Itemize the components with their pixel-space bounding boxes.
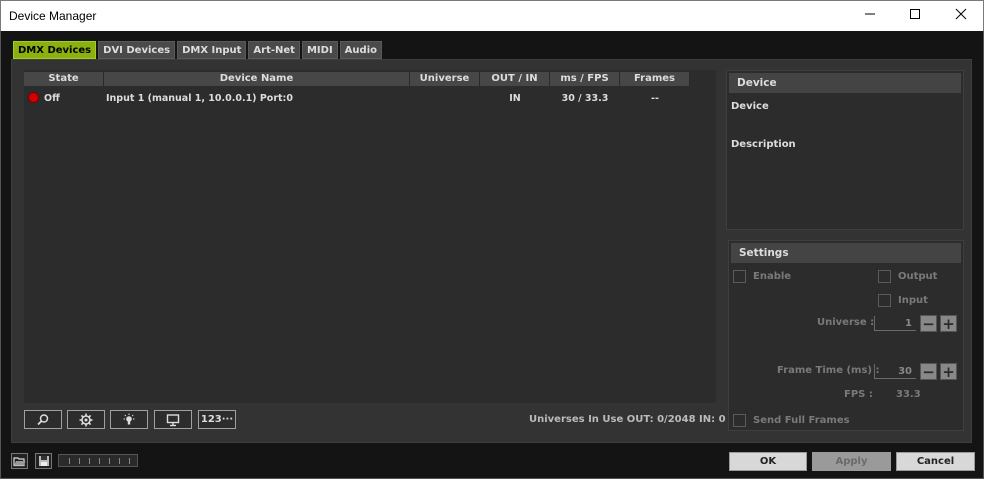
tab-audio[interactable]: Audio — [339, 41, 382, 59]
state-text: Off — [44, 93, 60, 104]
settings-section-header: Settings — [731, 243, 961, 263]
frames-cell: -- — [651, 93, 659, 104]
minus-icon: − — [922, 315, 935, 333]
column-device-name[interactable]: Device Name — [104, 72, 410, 86]
column-state[interactable]: State — [24, 72, 104, 86]
open-button[interactable] — [11, 453, 28, 469]
column-frames[interactable]: Frames — [620, 72, 690, 86]
identify-button[interactable] — [110, 410, 148, 429]
universes-status: Universes In Use OUT: 0/2048 IN: 0 — [529, 414, 726, 425]
frame-time-decrement-button[interactable]: − — [920, 363, 937, 380]
minus-icon: − — [922, 363, 935, 381]
gear-icon — [79, 413, 93, 426]
send-full-frames-label: Send Full Frames — [753, 415, 850, 426]
universe-input[interactable]: 1 — [874, 316, 916, 331]
table-header: State Device Name Universe OUT / IN ms /… — [24, 72, 690, 86]
frame-time-input[interactable]: 30 — [874, 364, 916, 379]
monitor-icon — [166, 413, 180, 426]
tab-art-net[interactable]: Art-Net — [248, 41, 300, 59]
send-full-frames-checkbox[interactable] — [733, 414, 746, 427]
tab-dmx-input[interactable]: DMX Input — [177, 41, 247, 59]
universe-cell — [410, 92, 480, 106]
column-universe[interactable]: Universe — [410, 72, 480, 86]
title-bar: Device Manager — [0, 0, 984, 31]
device-list: State Device Name Universe OUT / IN ms /… — [24, 70, 716, 403]
search-icon — [37, 413, 49, 425]
frame-time-label: Frame Time (ms) : — [777, 365, 880, 376]
maximize-button[interactable] — [892, 1, 938, 31]
minimize-icon — [865, 13, 875, 15]
minimize-button[interactable] — [847, 1, 893, 31]
frame-time-increment-button[interactable]: + — [940, 363, 957, 380]
folder-open-icon — [13, 456, 26, 466]
apply-button[interactable]: Apply — [812, 452, 891, 471]
fps-label: FPS : — [844, 389, 873, 400]
maximize-icon — [910, 9, 920, 19]
device-label: Device — [731, 101, 769, 112]
cancel-button[interactable]: Cancel — [896, 452, 975, 471]
settings-panel: Settings Enable Output Input Universe : … — [728, 240, 964, 431]
universe-label: Universe : — [817, 317, 875, 328]
column-ms-fps[interactable]: ms / FPS — [550, 72, 620, 86]
column-out-in[interactable]: OUT / IN — [480, 72, 550, 86]
state-cell: Off — [24, 92, 104, 106]
save-button[interactable] — [35, 453, 52, 469]
output-label: Output — [898, 271, 938, 282]
table-row[interactable]: Off Input 1 (manual 1, 10.0.0.1) Port:0 … — [24, 92, 690, 106]
device-section-header: Device — [729, 73, 961, 93]
display-button[interactable] — [154, 410, 192, 429]
out-in-cell: IN — [509, 93, 521, 104]
enable-checkbox[interactable] — [733, 270, 746, 283]
tab-midi[interactable]: MIDI — [301, 41, 338, 59]
settings-button[interactable] — [67, 410, 105, 429]
lightbulb-icon — [123, 413, 135, 424]
fps-value: 33.3 — [896, 389, 921, 400]
plus-icon: + — [942, 315, 955, 333]
save-icon — [38, 456, 49, 466]
input-checkbox[interactable] — [878, 294, 891, 307]
numbering-icon: 123··· — [200, 414, 234, 425]
numbering-button[interactable]: 123··· — [198, 410, 236, 429]
tab-dvi-devices[interactable]: DVI Devices — [98, 41, 176, 59]
window-client: DMX Devices DVI Devices DMX Input Art-Ne… — [0, 31, 984, 479]
tab-bar: DMX Devices DVI Devices DMX Input Art-Ne… — [13, 41, 382, 59]
search-button[interactable] — [24, 410, 62, 429]
window-title: Device Manager — [9, 9, 97, 23]
zoom-slider[interactable] — [58, 454, 138, 467]
device-name-cell: Input 1 (manual 1, 10.0.0.1) Port:0 — [106, 93, 293, 104]
close-button[interactable] — [938, 1, 984, 31]
enable-label: Enable — [753, 271, 792, 282]
tab-dmx-devices[interactable]: DMX Devices — [13, 41, 97, 59]
close-icon — [955, 8, 967, 20]
ms-fps-cell: 30 / 33.3 — [561, 93, 609, 104]
input-label: Input — [898, 295, 928, 306]
output-checkbox[interactable] — [878, 270, 891, 283]
status-led-icon — [28, 92, 39, 103]
plus-icon: + — [942, 363, 955, 381]
ok-button[interactable]: OK — [729, 452, 807, 471]
universe-decrement-button[interactable]: − — [920, 315, 937, 332]
universe-increment-button[interactable]: + — [940, 315, 957, 332]
description-label: Description — [731, 139, 796, 150]
device-info-panel: Device Device Description — [726, 70, 964, 230]
main-frame: State Device Name Universe OUT / IN ms /… — [11, 59, 972, 443]
